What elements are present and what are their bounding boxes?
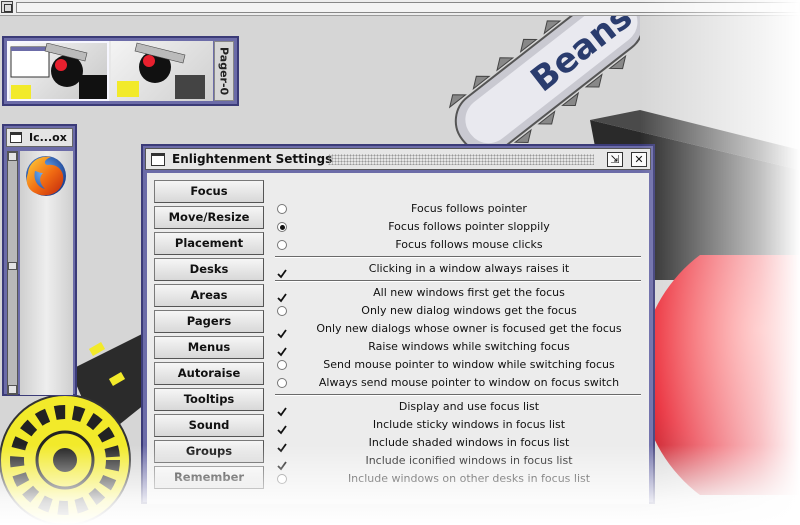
option-row[interactable]: Always send mouse pointer to window on f… [275, 374, 641, 392]
option-label: Display and use focus list [398, 400, 540, 413]
radio-button[interactable] [277, 360, 287, 370]
nav-button-tooltips[interactable]: Tooltips [154, 388, 264, 411]
checkbox[interactable] [277, 324, 287, 339]
window-icon[interactable] [151, 153, 165, 166]
nav-button-placement[interactable]: Placement [154, 232, 264, 255]
checkbox[interactable] [277, 342, 287, 357]
option-label: Clicking in a window always raises it [368, 262, 570, 275]
top-bar-field[interactable] [16, 2, 800, 13]
nav-button-focus[interactable]: Focus [154, 180, 264, 203]
option-row[interactable]: Include sticky windows in focus list [275, 416, 641, 435]
nav-button-move-resize[interactable]: Move/Resize [154, 206, 264, 229]
option-label: Focus follows pointer [411, 202, 527, 215]
settings-window: Enlightenment Settings ⇲ ✕ Focus Move/Res… [141, 144, 655, 504]
iconbox-area [20, 151, 73, 395]
radio-button[interactable] [277, 474, 287, 484]
scroll-down-button[interactable] [8, 385, 17, 394]
option-label: Send mouse pointer to window while switc… [323, 358, 615, 371]
nav-button-areas[interactable]: Areas [154, 284, 264, 307]
menu-button[interactable] [1, 1, 13, 13]
nav-button-pagers[interactable]: Pagers [154, 310, 264, 333]
option-label: Only new dialogs whose owner is focused … [316, 322, 622, 335]
top-bar [0, 0, 800, 16]
iconbox-title: Ic...ox [29, 131, 67, 144]
settings-titlebar[interactable]: Enlightenment Settings ⇲ ✕ [145, 148, 651, 170]
option-label: Only new dialog windows get the focus [361, 304, 577, 317]
radio-button[interactable] [277, 240, 287, 250]
window-icon[interactable] [10, 132, 22, 143]
pager-window: Pager-0 [2, 36, 239, 106]
option-row[interactable]: Only new dialog windows get the focus [275, 302, 641, 320]
option-label: Include windows on other desks in focus … [347, 472, 591, 485]
option-row[interactable]: Include windows on other desks in focus … [275, 470, 641, 488]
option-row[interactable]: Display and use focus list [275, 398, 641, 417]
red-sphere-graphic [640, 255, 800, 495]
nav-button-groups[interactable]: Groups [154, 440, 264, 463]
option-row[interactable]: Send mouse pointer to window while switc… [275, 356, 641, 374]
iconbox-window: Ic...ox [2, 124, 77, 396]
option-row[interactable]: Raise windows while switching focus [275, 338, 641, 357]
iconify-button[interactable]: ⇲ [607, 152, 623, 167]
option-row[interactable]: Only new dialogs whose owner is focused … [275, 320, 641, 339]
nav-button-remember[interactable]: Remember [154, 466, 264, 489]
firefox-icon[interactable] [23, 153, 69, 199]
option-label: Raise windows while switching focus [368, 340, 570, 353]
option-label: Focus follows pointer sloppily [388, 220, 550, 233]
scroll-up-button[interactable] [8, 152, 17, 161]
option-row[interactable]: Focus follows pointer sloppily [275, 218, 641, 236]
pager-desk-1[interactable] [7, 41, 109, 101]
nav-button-autoraise[interactable]: Autoraise [154, 362, 264, 385]
pager-label[interactable]: Pager-0 [214, 41, 234, 101]
option-label: Include shaded windows in focus list [368, 436, 570, 449]
checkbox[interactable] [277, 438, 287, 453]
checkbox[interactable] [277, 264, 287, 279]
radio-button[interactable] [277, 378, 287, 388]
option-row[interactable]: Include shaded windows in focus list [275, 434, 641, 453]
option-label: All new windows first get the focus [373, 286, 565, 299]
desk-1-thumbnail [10, 42, 107, 99]
titlebar-grip[interactable] [328, 154, 594, 165]
option-label: Include iconified windows in focus list [365, 454, 573, 467]
pager-desks [7, 41, 213, 101]
focus-options: Focus follows pointer Focus follows point… [275, 200, 641, 488]
checkbox[interactable] [277, 420, 287, 435]
option-row[interactable]: All new windows first get the focus [275, 284, 641, 303]
settings-nav: Focus Move/Resize Placement Desks Areas Pager… [154, 180, 266, 492]
pager-desk-2[interactable] [111, 41, 213, 101]
radio-button[interactable] [277, 222, 287, 232]
option-row[interactable]: Focus follows pointer [275, 200, 641, 218]
checkbox[interactable] [277, 288, 287, 303]
settings-body: Focus Move/Resize Placement Desks Areas Pager… [147, 173, 649, 504]
window-title: Enlightenment Settings [172, 152, 333, 166]
option-label: Always send mouse pointer to window on f… [318, 376, 620, 389]
radio-button[interactable] [277, 204, 287, 214]
option-label: Include sticky windows in focus list [372, 418, 566, 431]
close-button[interactable]: ✕ [631, 152, 647, 167]
option-label: Focus follows mouse clicks [395, 238, 543, 251]
iconbox-titlebar[interactable]: Ic...ox [6, 128, 73, 147]
scroll-thumb[interactable] [8, 262, 17, 270]
option-row[interactable]: Clicking in a window always raises it [275, 260, 641, 279]
iconbox-scrollbar[interactable] [7, 151, 18, 395]
nav-button-menus[interactable]: Menus [154, 336, 264, 359]
option-row[interactable]: Include iconified windows in focus list [275, 452, 641, 471]
checkbox[interactable] [277, 456, 287, 471]
radio-button[interactable] [277, 306, 287, 316]
nav-button-sound[interactable]: Sound [154, 414, 264, 437]
desk-2-thumbnail [117, 42, 205, 99]
nav-button-desks[interactable]: Desks [154, 258, 264, 281]
pager-label-text: Pager-0 [217, 46, 231, 96]
checkbox[interactable] [277, 402, 287, 417]
option-row[interactable]: Focus follows mouse clicks [275, 236, 641, 254]
